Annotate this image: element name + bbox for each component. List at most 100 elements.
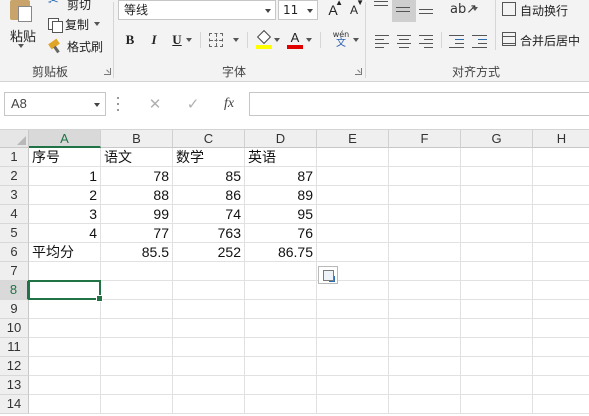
cell-g9[interactable]: [461, 300, 533, 319]
cell-g5[interactable]: [461, 224, 533, 243]
cell-c2[interactable]: 85: [173, 167, 245, 186]
cell-f5[interactable]: [389, 224, 461, 243]
align-right-icon[interactable]: [419, 34, 435, 48]
cell-f4[interactable]: [389, 205, 461, 224]
cell-h4[interactable]: [533, 205, 589, 224]
cell-a9[interactable]: [29, 300, 101, 319]
increase-indent-icon[interactable]: [472, 34, 488, 48]
phonetic-guide-button[interactable]: wén 文: [331, 30, 351, 50]
cell-a5[interactable]: 4: [29, 224, 101, 243]
cell-g8[interactable]: [461, 281, 533, 300]
font-color-dropdown-icon[interactable]: [306, 38, 312, 42]
cell-a2[interactable]: 1: [29, 167, 101, 186]
cell-a13[interactable]: [29, 376, 101, 395]
cell-b8[interactable]: [101, 281, 173, 300]
cell-d13[interactable]: [245, 376, 317, 395]
insert-function-button[interactable]: fx: [218, 92, 240, 116]
paste-options-icon[interactable]: [318, 266, 338, 284]
cell-b9[interactable]: [101, 300, 173, 319]
cell-e5[interactable]: [317, 224, 389, 243]
cell-c10[interactable]: [173, 319, 245, 338]
cell-g1[interactable]: [461, 148, 533, 167]
cell-f11[interactable]: [389, 338, 461, 357]
format-painter-button[interactable]: 格式刷: [48, 36, 103, 56]
shrink-font-button[interactable]: A ▼: [347, 0, 364, 20]
row-header-14[interactable]: 14: [0, 395, 29, 414]
merge-center-button[interactable]: 合并后居中: [520, 32, 580, 49]
cell-e1[interactable]: [317, 148, 389, 167]
grow-font-button[interactable]: A ▲: [326, 0, 343, 20]
cell-e6[interactable]: [317, 243, 389, 262]
column-header-g[interactable]: G: [461, 130, 533, 148]
italic-button[interactable]: I: [147, 30, 161, 50]
copy-button[interactable]: 复制: [48, 14, 101, 34]
row-header-1[interactable]: 1: [0, 148, 29, 167]
cell-c8[interactable]: [173, 281, 245, 300]
cell-d7[interactable]: [245, 262, 317, 281]
cell-h14[interactable]: [533, 395, 589, 414]
cell-g13[interactable]: [461, 376, 533, 395]
cell-e13[interactable]: [317, 376, 389, 395]
cell-f12[interactable]: [389, 357, 461, 376]
cell-h7[interactable]: [533, 262, 589, 281]
cell-h2[interactable]: [533, 167, 589, 186]
cell-d3[interactable]: 89: [245, 186, 317, 205]
cell-b6[interactable]: 85.5: [101, 243, 173, 262]
drag-handle-icon[interactable]: [117, 95, 120, 113]
cell-b12[interactable]: [101, 357, 173, 376]
cell-e9[interactable]: [317, 300, 389, 319]
cell-a1[interactable]: 序号: [29, 148, 101, 167]
cell-f9[interactable]: [389, 300, 461, 319]
paste-dropdown-icon[interactable]: [18, 44, 24, 48]
cell-a12[interactable]: [29, 357, 101, 376]
cell-g4[interactable]: [461, 205, 533, 224]
cell-a6[interactable]: 平均分: [29, 243, 101, 262]
wrap-text-button[interactable]: 自动换行: [520, 2, 568, 19]
cell-h12[interactable]: [533, 357, 589, 376]
cell-h13[interactable]: [533, 376, 589, 395]
cell-b10[interactable]: [101, 319, 173, 338]
cell-c11[interactable]: [173, 338, 245, 357]
cell-c1[interactable]: 数学: [173, 148, 245, 167]
column-header-h[interactable]: H: [533, 130, 589, 148]
cell-e10[interactable]: [317, 319, 389, 338]
row-header-9[interactable]: 9: [0, 300, 29, 319]
cell-c13[interactable]: [173, 376, 245, 395]
cell-a11[interactable]: [29, 338, 101, 357]
cell-h9[interactable]: [533, 300, 589, 319]
fill-color-dropdown-icon[interactable]: [274, 38, 280, 42]
cell-h5[interactable]: [533, 224, 589, 243]
orientation-dropdown-icon[interactable]: [472, 7, 478, 11]
cell-h6[interactable]: [533, 243, 589, 262]
cell-d10[interactable]: [245, 319, 317, 338]
cell-a8[interactable]: [29, 281, 101, 300]
cell-b7[interactable]: [101, 262, 173, 281]
cell-d1[interactable]: 英语: [245, 148, 317, 167]
borders-icon[interactable]: [209, 33, 223, 47]
underline-dropdown-icon[interactable]: [186, 38, 192, 42]
row-header-5[interactable]: 5: [0, 224, 29, 243]
cell-g2[interactable]: [461, 167, 533, 186]
cell-c9[interactable]: [173, 300, 245, 319]
cell-e3[interactable]: [317, 186, 389, 205]
cell-b3[interactable]: 88: [101, 186, 173, 205]
cell-b2[interactable]: 78: [101, 167, 173, 186]
cell-f13[interactable]: [389, 376, 461, 395]
row-header-8[interactable]: 8: [0, 281, 29, 300]
row-header-6[interactable]: 6: [0, 243, 29, 262]
cell-f10[interactable]: [389, 319, 461, 338]
cell-h1[interactable]: [533, 148, 589, 167]
cell-d9[interactable]: [245, 300, 317, 319]
cell-c6[interactable]: 252: [173, 243, 245, 262]
row-header-11[interactable]: 11: [0, 338, 29, 357]
cell-a10[interactable]: [29, 319, 101, 338]
name-box[interactable]: A8: [4, 92, 106, 116]
cell-b4[interactable]: 99: [101, 205, 173, 224]
align-left-icon[interactable]: [375, 34, 391, 48]
cell-e4[interactable]: [317, 205, 389, 224]
font-launcher-icon[interactable]: [355, 68, 362, 75]
cell-d4[interactable]: 95: [245, 205, 317, 224]
cell-b5[interactable]: 77: [101, 224, 173, 243]
cell-h8[interactable]: [533, 281, 589, 300]
row-header-12[interactable]: 12: [0, 357, 29, 376]
